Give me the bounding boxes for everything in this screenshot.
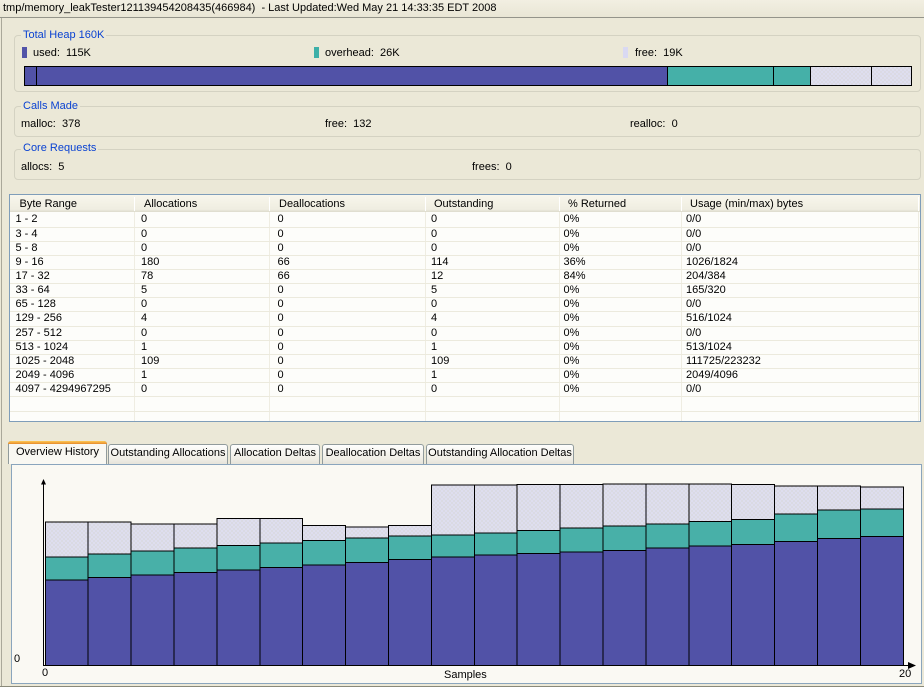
svg-text:0: 0 [42, 667, 48, 679]
svg-text:0: 0 [14, 653, 20, 665]
svg-text:20: 20 [899, 668, 911, 680]
svg-text:Samples: Samples [444, 669, 487, 681]
